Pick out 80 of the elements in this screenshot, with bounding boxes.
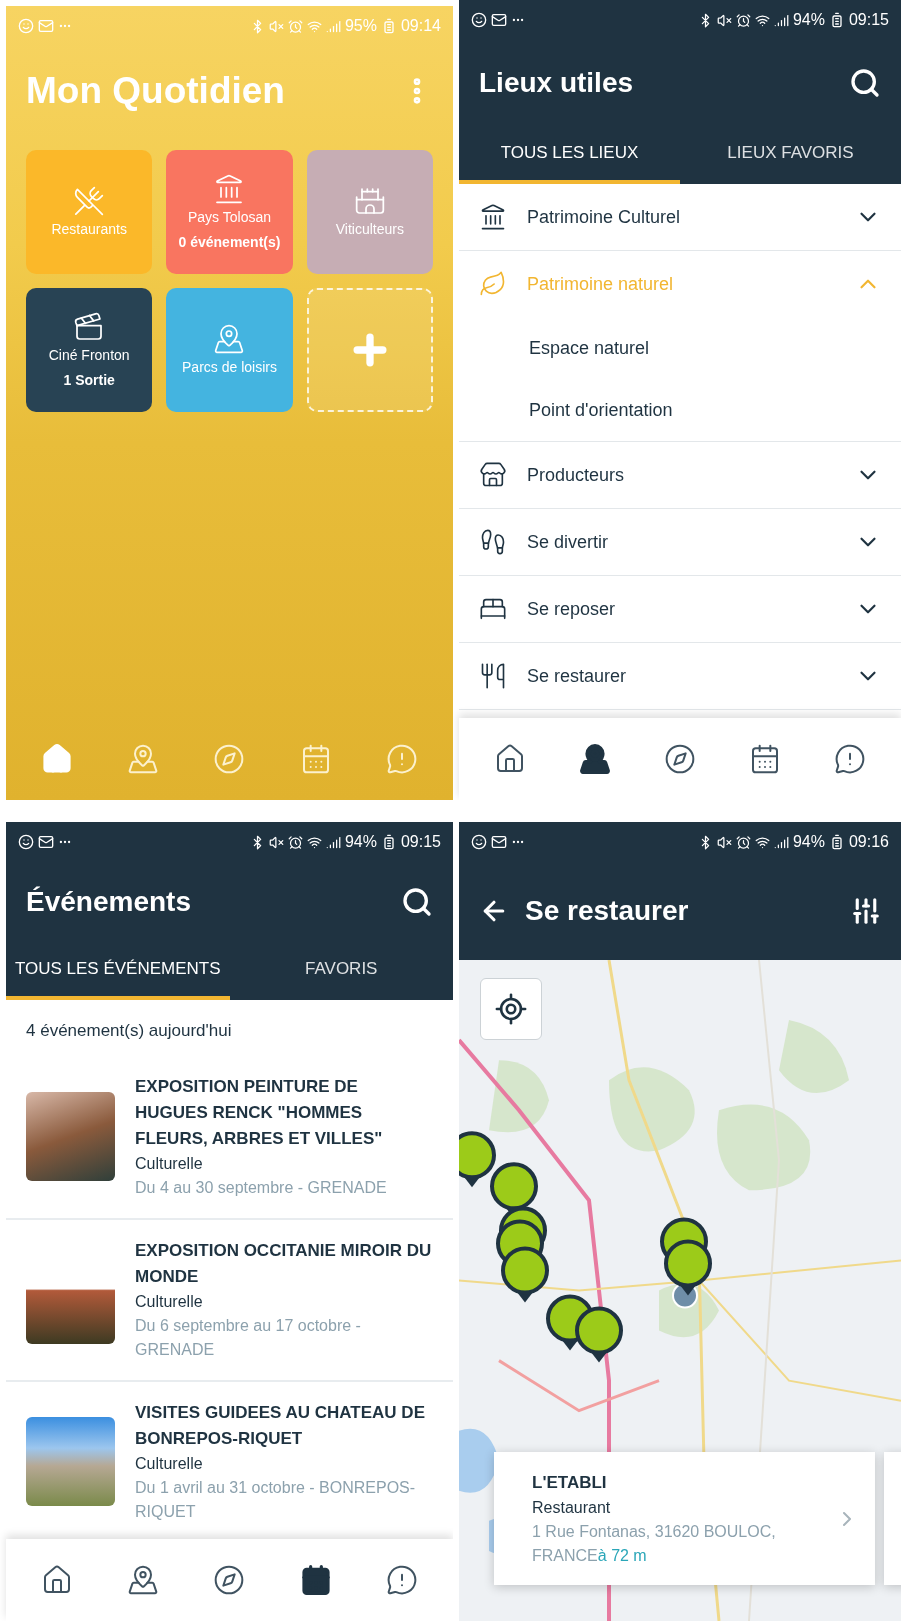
tab[interactable]: FAVORIS [229, 942, 453, 1000]
water-area [459, 1428, 499, 1493]
signal-icon [325, 834, 341, 850]
tab[interactable]: LIEUX FAVORIS [680, 126, 901, 184]
subcategory-item[interactable]: Point d'orientation [459, 379, 901, 441]
add-tile[interactable] [306, 288, 433, 412]
category-row[interactable]: Patrimoine Culturel [459, 184, 901, 250]
event-dates: Du 1 avril au 31 octobre - BONREPOS-RIQUET [135, 1477, 417, 1522]
mail-icon [38, 834, 54, 850]
mute-icon [716, 12, 732, 28]
signal-icon [773, 12, 789, 28]
mute-icon [268, 834, 284, 850]
category-icon [479, 203, 507, 231]
signal-icon [325, 18, 341, 34]
screen-title: Mon Quotidien [26, 69, 286, 114]
status-app-icon [18, 18, 34, 34]
event-title[interactable]: EXPOSITION OCCITANIE MIROIR DU MONDE [135, 1237, 433, 1290]
filter-icon[interactable] [851, 896, 881, 926]
battery-level: 94% [792, 10, 825, 30]
mail-icon [491, 12, 507, 28]
category-icon [479, 270, 507, 298]
category-icon [479, 662, 507, 690]
category-icon [479, 528, 507, 556]
place-name: L'ETABLI [532, 1471, 608, 1494]
map-pin-icon[interactable] [459, 1131, 496, 1188]
alarm-icon [735, 834, 751, 850]
status-app-icon [471, 12, 487, 28]
screen-title: Événements [26, 885, 192, 919]
clock-time: 09:16 [848, 832, 889, 852]
crosshair-icon [494, 992, 528, 1026]
alarm-icon [735, 12, 751, 28]
event-dates: Du 4 au 30 septembre - GRENADE [135, 1177, 388, 1198]
category-row[interactable]: Producteurs [459, 442, 901, 508]
battery-level: 95% [344, 16, 377, 36]
event-title[interactable]: VISITES GUIDEES AU CHATEAU DE BONREPOS-RIQUET [135, 1399, 433, 1452]
tile-icon [213, 323, 246, 356]
event-type: Culturelle [135, 1291, 204, 1312]
signal-icon [773, 834, 789, 850]
search-icon[interactable] [401, 886, 433, 918]
event-dates: Du 6 septembre au 17 octobre - GRENADE [135, 1315, 362, 1360]
tab[interactable]: TOUS LES ÉVÉNEMENTS [6, 942, 230, 1000]
alarm-icon [287, 18, 303, 34]
status-app-icon [471, 834, 487, 850]
category-tile[interactable]: Ciné Fronton 1 Sortie [26, 288, 153, 412]
category-icon [479, 461, 507, 489]
wifi-icon [754, 12, 770, 28]
wifi-icon [306, 18, 322, 34]
result-card[interactable]: L'ETABLI Restaurant 1 Rue Fontanas, 31620 BOULOC, FRANCEà 72 m [494, 1452, 875, 1585]
map-pins-drawing[interactable] [546, 1294, 623, 1363]
clock-time: 09:14 [400, 16, 441, 36]
event-type: Culturelle [135, 1453, 204, 1474]
tile-icon [73, 185, 106, 218]
tab[interactable]: TOUS LES LIEUX [459, 126, 680, 184]
event-title[interactable]: EXPOSITION PEINTURE DE HUGUES RENCK "HOMMES FLEURS, ARBRES ET VILLES" [135, 1073, 433, 1152]
wifi-icon [306, 834, 322, 850]
map-pins-drawing[interactable] [660, 1217, 712, 1309]
status-app-icon [18, 834, 34, 850]
place-type: Restaurant [532, 1497, 612, 1518]
place-address: 1 Rue Fontanas, 31620 BOULOC, FRANCEà 72 m [532, 1521, 777, 1566]
clock-time: 09:15 [400, 832, 441, 852]
screen-title: Se restaurer [525, 894, 690, 928]
subcategory-item[interactable]: Espace naturel [459, 317, 901, 379]
mute-icon [716, 834, 732, 850]
alarm-icon [287, 834, 303, 850]
map-pins-drawing[interactable] [490, 1162, 549, 1303]
event-type: Culturelle [135, 1153, 204, 1174]
clock-time: 09:15 [848, 10, 889, 30]
battery-level: 94% [344, 832, 377, 852]
mail-icon [491, 834, 507, 850]
category-row[interactable]: Se restaurer [459, 643, 901, 709]
wifi-icon [754, 834, 770, 850]
screen-title: Lieux utiles [479, 66, 635, 100]
locate-button[interactable] [480, 978, 542, 1040]
category-row[interactable]: Se divertir [459, 509, 901, 575]
category-row[interactable]: Se reposer [459, 576, 901, 642]
battery-level: 94% [792, 832, 825, 852]
mute-icon [268, 18, 284, 34]
search-icon[interactable] [849, 67, 881, 99]
events-count: 4 événement(s) aujourd'hui [25, 1020, 233, 1042]
mail-icon [38, 18, 54, 34]
